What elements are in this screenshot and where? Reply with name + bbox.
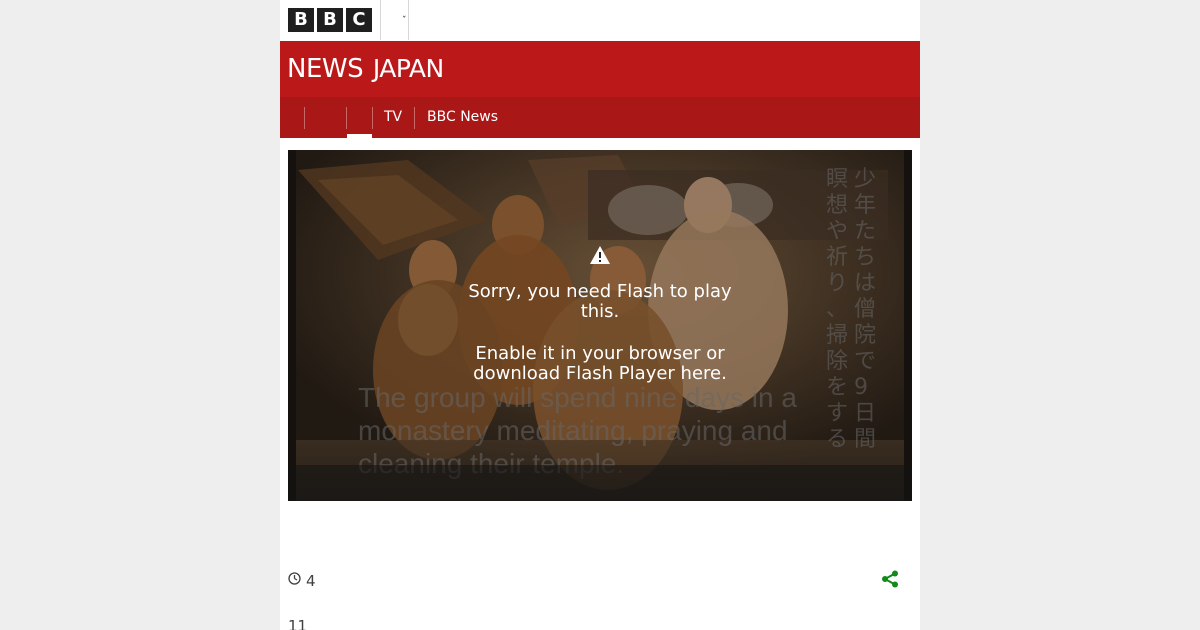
news-header: NEWS JAPAN xyxy=(280,41,920,97)
flash-required-message: Sorry, you need Flash to play this. Enab… xyxy=(450,282,750,384)
timestamp-relative: 4 xyxy=(306,572,316,590)
nav-separator xyxy=(304,107,305,129)
bbc-top-bar: B B C ˇ xyxy=(280,0,920,40)
news-word: NEWS xyxy=(287,54,364,84)
page: B B C ˇ NEWS JAPAN TV BBC News The group… xyxy=(280,0,920,630)
bbc-bar-divider xyxy=(408,0,409,40)
flash-message-line-2[interactable]: Enable it in your browser or download Fl… xyxy=(450,344,750,384)
news-nav: TV BBC News xyxy=(280,97,920,138)
edition-word: JAPAN xyxy=(372,54,444,83)
video-control-bar[interactable] xyxy=(288,465,912,501)
article-date-snippet: 11 xyxy=(288,617,308,630)
clock-icon xyxy=(288,572,301,585)
bbc-logo[interactable]: B B C xyxy=(288,8,372,32)
nav-separator xyxy=(346,107,347,129)
nav-separator xyxy=(414,107,415,129)
news-japan-title[interactable]: NEWS JAPAN xyxy=(287,54,444,84)
video-player[interactable]: The group will spend nine days in a mona… xyxy=(288,150,912,501)
warning-triangle-icon xyxy=(590,246,610,264)
nav-item-tv[interactable]: TV xyxy=(384,109,402,126)
nav-item-bbc-news[interactable]: BBC News xyxy=(427,109,498,126)
flash-message-line-1: Sorry, you need Flash to play this. xyxy=(468,281,732,322)
nav-separator xyxy=(372,107,373,129)
bbc-bar-divider xyxy=(380,0,381,40)
bbc-logo-block-b2: B xyxy=(317,8,343,32)
nav-active-indicator xyxy=(347,134,372,138)
share-icon[interactable] xyxy=(881,570,899,588)
bbc-logo-block-b1: B xyxy=(288,8,314,32)
bbc-logo-block-c: C xyxy=(346,8,372,32)
menu-chevron-icon[interactable]: ˇ xyxy=(402,16,407,26)
